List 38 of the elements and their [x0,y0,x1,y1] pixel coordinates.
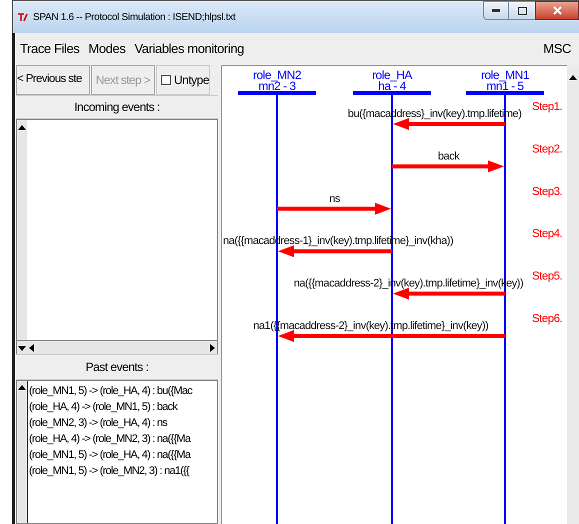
menu-item[interactable]: Trace Files [20,39,80,59]
menu-item[interactable]: Variables monitoring [134,39,244,59]
maximize-button[interactable] [509,1,535,20]
maximize-icon [518,6,526,14]
step-label: Step4. [532,228,562,240]
window-title: SPAN 1.6 -- Protocol Simulation : ISEND;hlpsl.txt [33,10,236,24]
step-label: Step5. [532,270,562,283]
participant-name: role_MN1 [480,68,530,82]
step-label: Step2. [532,143,562,156]
scroll-up-icon[interactable] [17,123,27,133]
past-event-item[interactable]: (role_MN1, 5) -> (role_HA, 4) : na({{Ma [28,447,217,463]
past-event-item[interactable]: (role_MN2, 3) -> (role_HA, 4) : ns [28,415,217,431]
participant-name: role_HA [372,68,412,82]
past-event-item[interactable]: (role_HA, 4) -> (role_MN1, 5) : back [28,399,217,415]
untype-label: Untype [174,72,210,89]
close-icon [552,6,562,15]
untype-checkbox[interactable] [161,75,171,85]
past-event-item[interactable]: (role_HA, 4) -> (role_MN2, 3) : na({{Ma [28,431,217,447]
previous-step-button[interactable]: < Previous ste [16,65,90,95]
minimize-icon [492,9,500,12]
menu-item[interactable]: MSC [543,39,575,59]
scroll-up-icon[interactable] [568,73,578,83]
step-label: Step6. [532,313,562,325]
step-label: Step3. [532,186,562,198]
scroll-up-icon[interactable] [17,383,27,393]
step-label: Step1. [532,101,562,113]
past-event-item[interactable]: (role_MN1, 5) -> (role_HA, 4) : bu({Mac [28,383,217,399]
app-icon [17,12,29,22]
menu-item[interactable]: Modes [88,39,126,59]
message-label: back [438,150,460,162]
past-event-item[interactable]: (role_MN1, 5) -> (role_MN2, 3) : na1({{ [28,463,217,479]
scroll-right-icon[interactable] [207,342,217,352]
message-label: ns [329,192,340,205]
past-events-header: Past events : [16,354,218,380]
participant-name: role_MN2 [252,68,302,82]
close-button[interactable] [535,1,579,20]
minimize-button[interactable] [483,1,509,20]
incoming-events-header: Incoming events : [16,95,218,119]
